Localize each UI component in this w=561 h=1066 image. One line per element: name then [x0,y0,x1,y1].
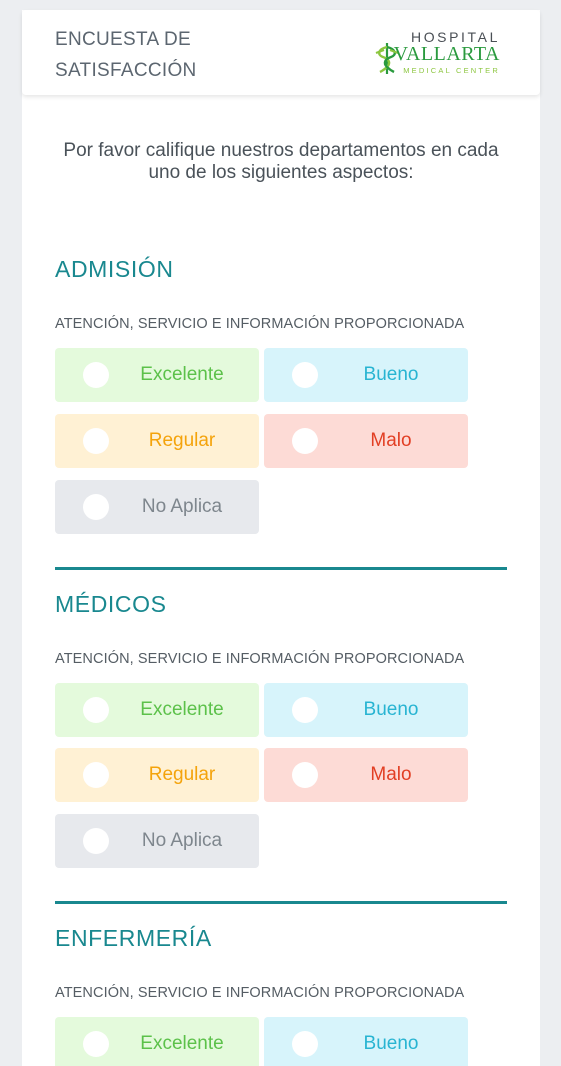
hospital-logo: HOSPITAL VALLARTA MEDICAL CENTER [370,29,500,89]
option-label: Regular [148,430,216,451]
medicos-option-excelente[interactable]: Excelente [55,683,259,737]
option-label: No Aplica [141,830,223,851]
page-title-line2: SATISFACCIÓN [55,60,197,81]
medicos-option-regular[interactable]: Regular [55,748,259,802]
section-title-admision: ADMISIÓN [55,256,174,282]
enfermeria-option-excelente[interactable]: Excelente [55,1017,259,1066]
admision-option-excelente[interactable]: Excelente [55,348,259,402]
admision-option-regular[interactable]: Regular [55,414,259,468]
question-label: ATENCIÓN, SERVICIO E INFORMACIÓN PROPORC… [55,316,465,332]
option-label: Bueno [363,1033,419,1054]
section-divider [55,567,507,570]
option-label: Regular [148,764,216,785]
option-label: No Aplica [141,496,223,517]
section-title-enfermeria: ENFERMERÍA [55,925,212,951]
section-divider [55,901,507,904]
option-label: Excelente [140,1033,224,1054]
question-label: ATENCIÓN, SERVICIO E INFORMACIÓN PROPORC… [55,651,465,667]
option-label: Malo [370,764,412,785]
survey-header: ENCUESTA DE SATISFACCIÓN HOSPITAL VALLAR… [22,10,540,95]
enfermeria-option-bueno[interactable]: Bueno [264,1017,468,1066]
intro-text: Por favor califique nuestros departament… [63,140,499,183]
page-title-line1: ENCUESTA DE [55,29,191,50]
option-label: Malo [370,430,412,451]
page-title: ENCUESTA DE SATISFACCIÓN [55,24,255,86]
option-label: Bueno [363,364,419,385]
question-label: ATENCIÓN, SERVICIO E INFORMACIÓN PROPORC… [55,985,465,1001]
medicos-option-no-aplica[interactable]: No Aplica [55,814,259,868]
admision-option-bueno[interactable]: Bueno [264,348,468,402]
section-title-medicos: MÉDICOS [55,591,167,617]
logo-text-medical-center: MEDICAL CENTER [403,66,500,75]
option-label: Excelente [140,364,224,385]
option-label: Bueno [363,699,419,720]
admision-option-no-aplica[interactable]: No Aplica [55,480,259,534]
logo-text-vallarta: VALLARTA [393,43,500,65]
admision-option-malo[interactable]: Malo [264,414,468,468]
option-label: Excelente [140,699,224,720]
medicos-option-bueno[interactable]: Bueno [264,683,468,737]
medicos-option-malo[interactable]: Malo [264,748,468,802]
